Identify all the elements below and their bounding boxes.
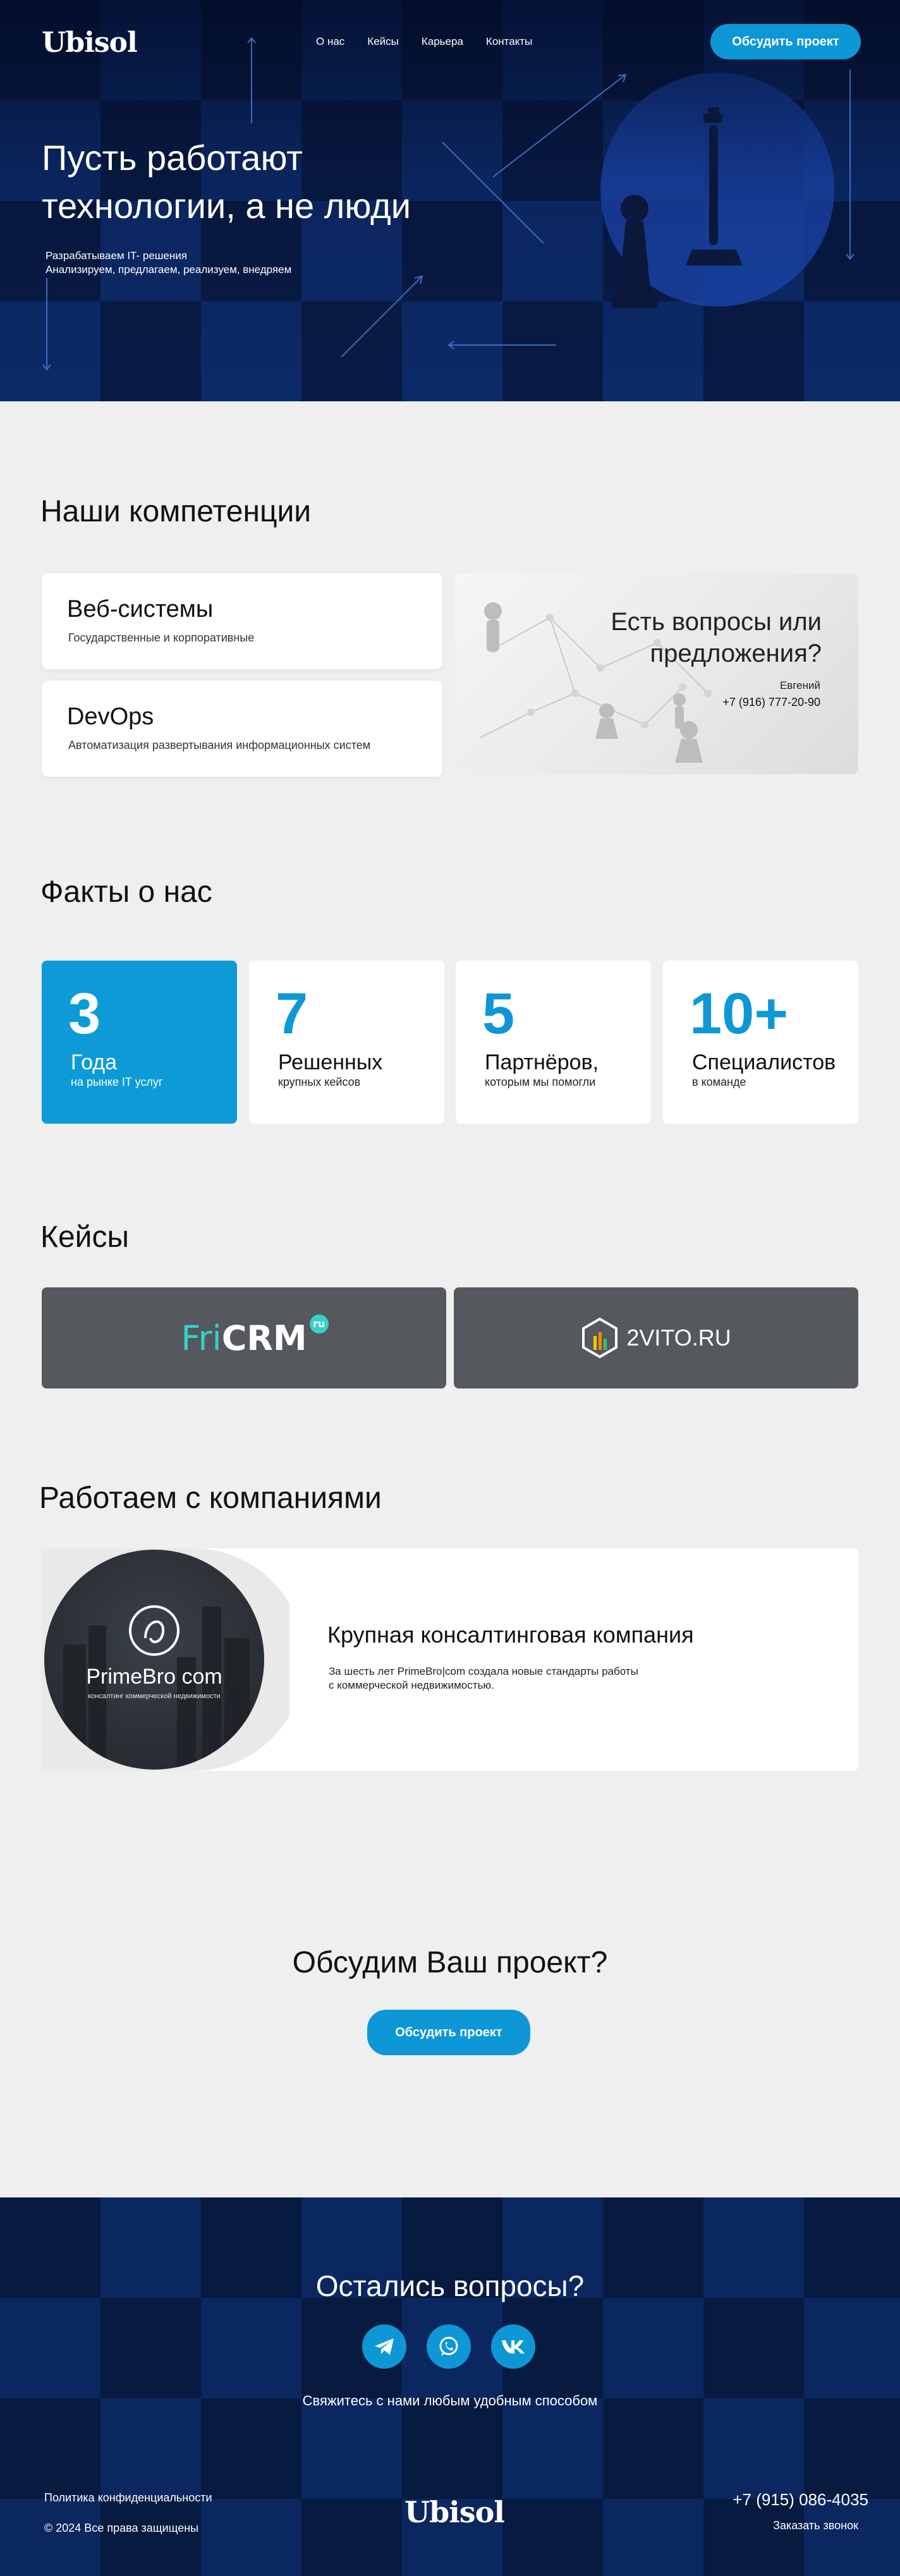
hero-title-line2: технологии, а не люди	[42, 186, 411, 226]
nav-item-about[interactable]: О нас	[316, 35, 344, 48]
fact-card-cases: 7 Решенных крупных кейсов	[249, 961, 444, 1124]
fact-card-years: 3 Года на рынке IT услуг	[42, 961, 237, 1124]
partner-logo-circle: PrimeBro com консалтинг коммерческой нед…	[44, 1550, 264, 1770]
competency-title: DevOps	[67, 703, 154, 730]
nav-item-career[interactable]: Карьера	[422, 35, 463, 48]
main-nav: О нас Кейсы Карьера Контакты	[316, 35, 532, 48]
contact-question-line1: Есть вопросы или	[611, 608, 822, 636]
2vito-logo-text: 2VITO.RU	[626, 1325, 731, 1351]
city-skyline-illustration	[63, 1605, 250, 1770]
vk-icon	[502, 2340, 525, 2354]
copyright-text: © 2024 Все права защищены	[44, 2522, 199, 2534]
header-discuss-button[interactable]: Обсудить проект	[710, 24, 861, 59]
fact-number: 3	[68, 981, 101, 1046]
fact-sublabel: которым мы помогли	[485, 1076, 596, 1088]
network-chess-illustration	[480, 602, 712, 763]
fact-number: 7	[276, 981, 308, 1046]
2vito-hex-icon	[582, 1317, 618, 1359]
whatsapp-button[interactable]	[427, 2324, 471, 2369]
whatsapp-icon	[439, 2336, 458, 2356]
case-card-fricrm[interactable]: FriCRM ru	[42, 1287, 446, 1388]
partner-desc-line2: с коммерческой недвижимостью.	[329, 1679, 494, 1691]
hero-section: Ubisol О нас Кейсы Карьера Контакты Обсу…	[0, 0, 900, 401]
2vito-logo: 2VITO.RU	[581, 1317, 731, 1359]
competency-card-devops[interactable]: DevOps Автоматизация развертывания инфор…	[42, 681, 442, 777]
partner-logo-name: PrimeBro com	[86, 1665, 222, 1689]
fact-label: Специалистов	[692, 1050, 836, 1074]
contact-name: Евгений	[779, 679, 820, 691]
hero-subtitle-line2: Анализируем, предлагаем, реализуем, внед…	[46, 264, 292, 276]
contact-question-line2: предложения?	[650, 640, 822, 667]
telegram-icon	[375, 2338, 394, 2355]
fact-sublabel: крупных кейсов	[278, 1076, 361, 1088]
privacy-policy-link[interactable]: Политика конфиденциальности	[44, 2491, 212, 2505]
contact-question-card: Есть вопросы или предложения? Евгений +7…	[455, 573, 858, 774]
footer-subtitle: Свяжитесь с нами любым удобным способом	[302, 2393, 598, 2409]
fricrm-logo-part2: CRM	[221, 1318, 307, 1358]
header-logo[interactable]: Ubisol	[42, 27, 138, 59]
competency-title: Веб-системы	[67, 596, 214, 623]
partners-title: Работаем с компаниями	[39, 1481, 382, 1515]
fact-number: 10+	[690, 981, 789, 1046]
competency-subtitle: Автоматизация развертывания информационн…	[68, 739, 371, 751]
fricrm-logo-part1: Fri	[181, 1318, 222, 1358]
contact-phone-link[interactable]: +7 (916) 777-20-90	[722, 696, 820, 709]
footer-logo[interactable]: Ubisol	[404, 2495, 505, 2529]
fact-card-partners: 5 Партнёров, которым мы помогли	[456, 961, 651, 1124]
hero-subtitle-line1: Разрабатываем IT- решения	[46, 250, 187, 262]
fact-sublabel: в команде	[692, 1076, 746, 1088]
hero-title-line1: Пусть работают	[42, 138, 303, 178]
logo-text: Ubisol	[42, 27, 138, 59]
nav-item-contacts[interactable]: Контакты	[486, 35, 532, 48]
fact-label: Года	[71, 1050, 118, 1074]
contact-question: Есть вопросы или предложения?	[611, 606, 822, 669]
fricrm-logo: FriCRM ru	[181, 1314, 329, 1358]
competency-subtitle: Государственные и корпоративные	[68, 631, 255, 644]
telegram-button[interactable]	[362, 2324, 406, 2369]
partner-card-title: Крупная консалтинговая компания	[327, 1622, 694, 1648]
hero-title: Пусть работают технологии, а не люди	[42, 134, 522, 230]
fricrm-ru-badge: ru	[309, 1314, 329, 1334]
facts-title: Факты о нас	[40, 875, 212, 909]
vk-button[interactable]	[491, 2324, 535, 2369]
case-card-2vito[interactable]: 2VITO.RU	[454, 1287, 858, 1388]
callback-link[interactable]: Заказать звонок	[773, 2519, 858, 2532]
footer-phone-link[interactable]: +7 (915) 086-4035	[733, 2490, 868, 2510]
cta-title: Обсудим Ваш проект?	[292, 1946, 608, 1979]
partner-desc-line1: За шесть лет PrimeBro|com создала новые …	[329, 1665, 638, 1677]
hero-subtitle: Разрабатываем IT- решения Анализируем, п…	[46, 249, 291, 277]
fact-label: Партнёров,	[485, 1050, 599, 1074]
footer-logo-text: Ubisol	[404, 2495, 505, 2529]
competency-card-web[interactable]: Веб-системы Государственные и корпоратив…	[42, 573, 442, 669]
partner-logo-tagline: консалтинг коммерческой недвижимости	[88, 1692, 221, 1700]
footer-title: Остались вопросы?	[315, 2269, 585, 2302]
partner-card-description: За шесть лет PrimeBro|com создала новые …	[329, 1665, 708, 1692]
fact-card-specialists: 10+ Специалистов в команде	[663, 961, 858, 1124]
fact-label: Решенных	[278, 1050, 383, 1074]
fact-number: 5	[482, 981, 515, 1046]
cases-title: Кейсы	[40, 1220, 129, 1254]
nav-item-cases[interactable]: Кейсы	[367, 35, 399, 48]
cta-discuss-button[interactable]: Обсудить проект	[367, 2010, 530, 2055]
competencies-title: Наши компетенции	[40, 495, 312, 528]
fact-sublabel: на рынке IT услуг	[71, 1076, 163, 1088]
